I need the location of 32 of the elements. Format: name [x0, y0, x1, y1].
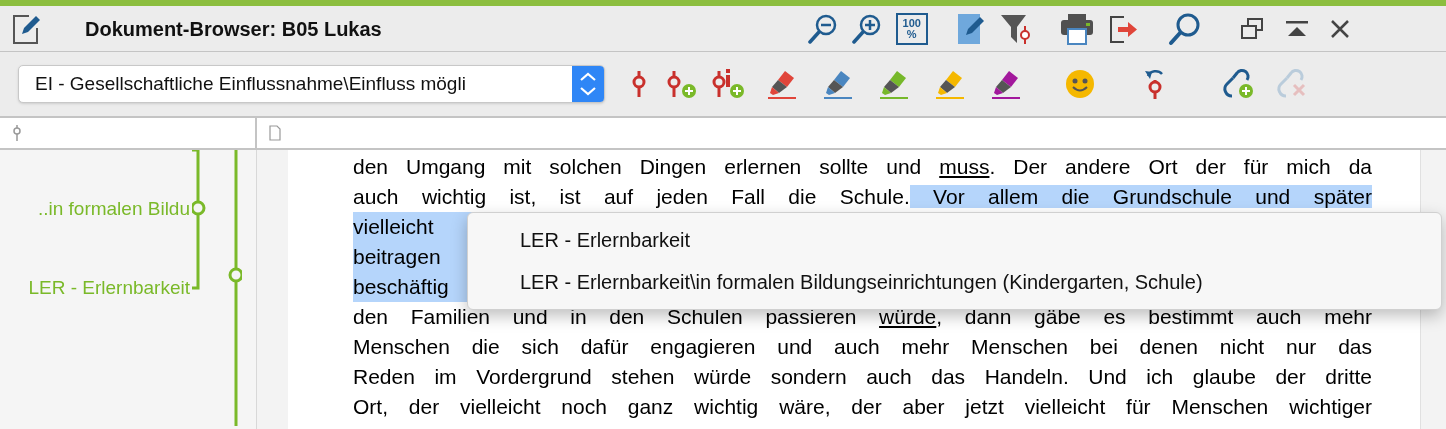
text-line: Menschen die sich dafür engagieren und auch mehr Menschen bei denen nicht nur das — [353, 334, 1372, 360]
text-line: auch wichtig ist, ist auf jeden Fall die Schule. Vor allem die Grundschule und später — [353, 184, 1372, 210]
text-line: Ort, der vielleicht noch ganz wichtig wäre, der aber jetzt vielleicht für Menschen wichtiger — [353, 394, 1372, 420]
zoom-in-icon[interactable] — [851, 12, 882, 45]
document-icon — [269, 125, 281, 141]
zoom-out-icon[interactable] — [807, 12, 838, 45]
code-pin-add-icon[interactable] — [665, 69, 697, 99]
highlighter-icon[interactable] — [823, 69, 853, 99]
search-icon[interactable] — [1167, 11, 1202, 46]
link-add-icon[interactable] — [1221, 68, 1255, 100]
code-pin-icon — [12, 125, 22, 141]
printer-icon[interactable] — [1059, 12, 1094, 45]
restore-window-icon[interactable] — [1239, 17, 1264, 40]
text-line: Reden im Vordergrund stehen würde sondern auch das Handeln. Und ich glaube der dritte — [353, 364, 1372, 390]
text-line: den Umgang mit solchen Dingen erlernen sollte und muss. Der andere Ort der für mich da — [353, 154, 1372, 180]
stepper-icon[interactable] — [572, 66, 604, 102]
code-dropdown[interactable]: EI - Gesellschaftliche Einflussnahme\Einfluss mögli — [18, 65, 605, 103]
window-title: Dokument-Browser: B05 Lukas — [85, 16, 382, 42]
highlighter-icon[interactable] — [767, 69, 797, 99]
collapse-icon[interactable] — [1285, 20, 1308, 37]
text-line: den Familien und in den Schulen passieren würde, dann gäbe es bestimmt auch mehr — [353, 304, 1372, 330]
document-edit-icon — [13, 13, 41, 44]
dropdown-value: EI - Gesellschaftliche Einflussnahme\Einfluss mögli — [34, 71, 467, 96]
zoom-100-button[interactable]: 100 % — [895, 12, 928, 45]
smiley-icon[interactable] — [1065, 69, 1095, 99]
highlighter-icon[interactable] — [879, 69, 909, 99]
code-pins-add-icon[interactable] — [711, 69, 745, 99]
filter-icon[interactable] — [999, 12, 1032, 45]
highlighter-icon[interactable] — [991, 69, 1021, 99]
close-icon[interactable] — [1329, 18, 1350, 39]
edit-document-icon[interactable] — [955, 12, 986, 45]
highlighter-icon[interactable] — [935, 69, 965, 99]
